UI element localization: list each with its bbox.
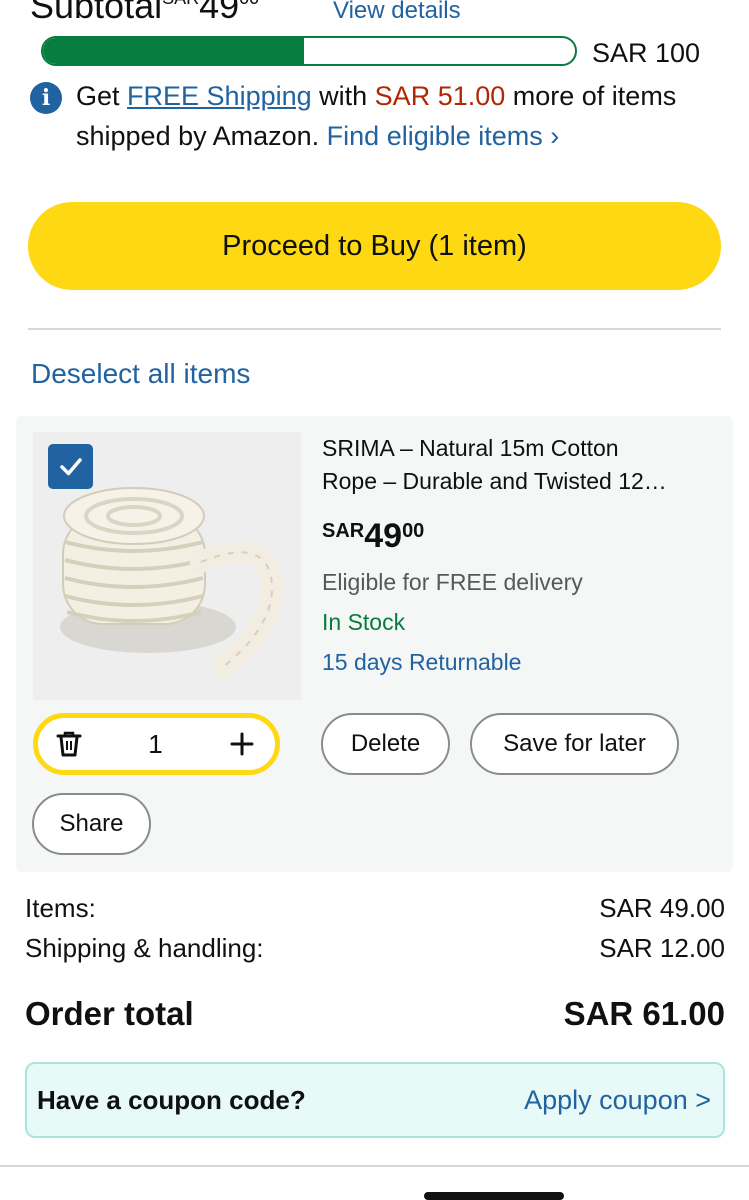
product-price: SAR 49 00 — [322, 516, 424, 556]
order-total-row: Order total SAR 61.00 — [25, 994, 725, 1034]
trash-icon-svg — [56, 731, 82, 757]
product-title[interactable]: SRIMA – Natural 15m Cotton Rope – Durabl… — [322, 432, 717, 498]
remaining-amount: SAR 51.00 — [374, 81, 506, 111]
view-details-link[interactable]: View details — [333, 0, 461, 26]
subtotal-currency: SAR — [162, 0, 199, 8]
info-icon: i — [30, 82, 62, 114]
subtotal-fraction: 00 — [239, 0, 259, 8]
returnable-link[interactable]: 15 days Returnable — [322, 646, 521, 678]
progress-goal-label: SAR 100 — [592, 38, 701, 68]
save-for-later-button[interactable]: Save for later — [470, 713, 679, 775]
order-total-value: SAR 61.00 — [563, 995, 725, 1032]
stock-status: In Stock — [322, 609, 406, 635]
delete-button[interactable]: Delete — [321, 713, 450, 775]
order-total-label: Order total — [25, 995, 194, 1032]
free-shipping-message: Get FREE Shipping with SAR 51.00 more of… — [76, 76, 716, 156]
coupon-question: Have a coupon code? — [37, 1084, 306, 1115]
share-button[interactable]: Share — [32, 793, 151, 855]
text-with: with — [311, 81, 375, 111]
trash-icon[interactable] — [54, 729, 84, 759]
find-eligible-items-link[interactable]: Find eligible items › — [327, 121, 560, 151]
quantity-value: 1 — [148, 728, 163, 759]
free-shipping-progress-bar — [41, 36, 577, 66]
cart-item: SRIMA – Natural 15m Cotton Rope – Durabl… — [16, 416, 733, 872]
bottom-divider — [0, 1165, 749, 1167]
subtotal-label: Subtotal — [30, 0, 163, 26]
divider — [28, 328, 721, 330]
home-indicator[interactable] — [424, 1192, 564, 1200]
progress-fill — [43, 38, 304, 64]
checkmark-icon — [59, 457, 82, 475]
summary-shipping-row: Shipping & handling: SAR 12.00 — [25, 932, 725, 964]
price-fraction: 00 — [402, 520, 425, 542]
text-get: Get — [76, 81, 128, 111]
quantity-stepper: 1 — [33, 713, 280, 775]
plus-icon-svg — [230, 732, 254, 756]
subtotal: Subtotal SAR 49 00 — [30, 0, 259, 26]
shipping-label: Shipping & handling: — [25, 933, 264, 963]
items-label: Items: — [25, 893, 96, 923]
free-delivery-text: Eligible for FREE delivery — [322, 569, 583, 595]
items-value: SAR 49.00 — [599, 893, 725, 923]
subtotal-whole: 49 — [199, 0, 240, 26]
deselect-all-link[interactable]: Deselect all items — [31, 357, 250, 391]
free-shipping-link[interactable]: FREE Shipping — [127, 81, 312, 111]
coupon-box: Have a coupon code? Apply coupon > — [25, 1062, 725, 1138]
price-whole: 49 — [364, 517, 403, 555]
apply-coupon-link[interactable]: Apply coupon > — [524, 1085, 711, 1116]
product-title-line2: Rope – Durable and Twisted 12… — [322, 468, 667, 494]
summary-items-row: Items: SAR 49.00 — [25, 892, 725, 924]
product-title-line1: SRIMA – Natural 15m Cotton — [322, 435, 619, 461]
price-currency: SAR — [322, 520, 365, 542]
shipping-value: SAR 12.00 — [599, 933, 725, 963]
item-checkbox[interactable] — [48, 444, 93, 489]
proceed-to-buy-button[interactable]: Proceed to Buy (1 item) — [28, 202, 721, 290]
plus-icon[interactable] — [227, 729, 257, 759]
